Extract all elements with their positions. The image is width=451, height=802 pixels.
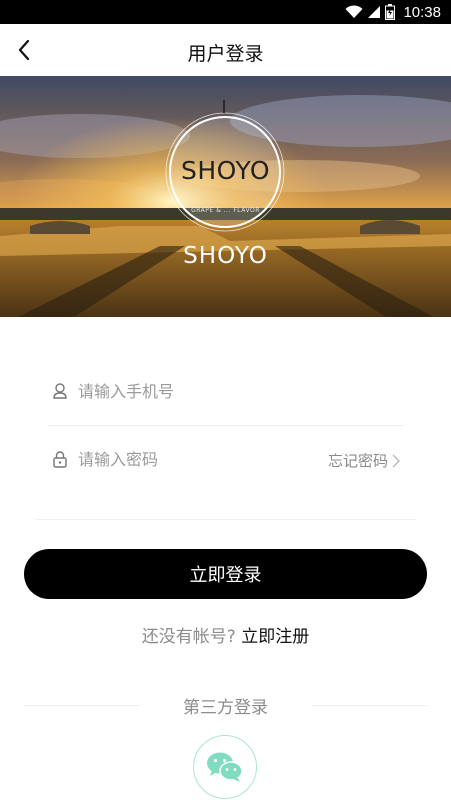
battery-icon [385,4,396,20]
password-field: 忘记密码 [48,424,404,494]
wechat-icon [207,752,243,782]
nav-bar: 用户登录 [0,24,451,76]
phone-input[interactable] [78,376,308,406]
hero-image [0,76,451,317]
phone-field [48,356,404,426]
lock-icon [53,451,67,468]
status-icons: 10:38 [345,3,441,21]
signal-icon [368,6,381,18]
logo-tagline: GRAPE & ... FLAVOR [191,207,260,214]
chevron-right-icon [392,454,400,467]
register-link[interactable]: 立即注册 [241,627,309,647]
login-button[interactable]: 立即登录 [24,549,427,599]
status-time: 10:38 [403,3,441,21]
register-row: 还没有帐号? 立即注册 [0,622,451,647]
brand-text: SHOYO [183,243,268,269]
logo-text: SHOYO [180,156,271,185]
forgot-password-link[interactable]: 忘记密码 [328,450,400,471]
wechat-login-button[interactable] [193,735,257,799]
third-party-divider: 第三方登录 [0,692,451,718]
wifi-icon [345,5,363,18]
password-input[interactable] [78,444,308,474]
user-icon [53,383,67,399]
status-bar: 10:38 [0,0,451,24]
form-divider [36,519,416,520]
forgot-password-label: 忘记密码 [327,452,388,470]
register-prompt: 还没有帐号? [141,627,236,647]
hero-banner: SHOYO GRAPE & ... FLAVOR SHOYO [0,76,451,317]
divider-line-right [311,705,427,706]
page-title: 用户登录 [187,43,264,65]
